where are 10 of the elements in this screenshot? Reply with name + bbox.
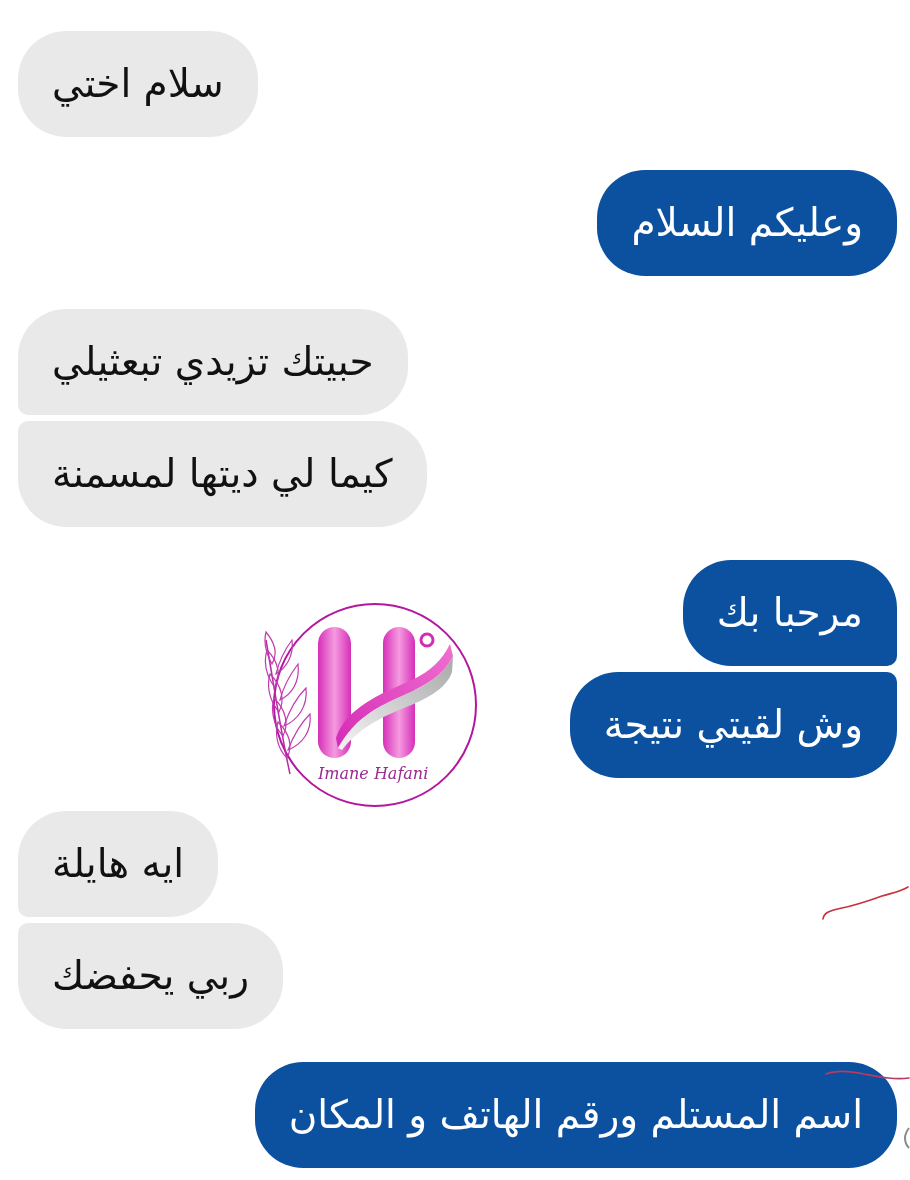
message-bubble: سلام اختي — [18, 31, 258, 137]
logo-text: Imane Hafani — [318, 764, 429, 784]
message-bubble: كيما لي ديتها لمسمنة — [18, 421, 427, 527]
message-bubble: ربي يحفضك — [18, 923, 284, 1029]
message-bubble: اسم المستلم ورقم الهاتف و المكان — [254, 1062, 897, 1168]
message-bubble: وعليكم السلام — [597, 170, 897, 276]
message-bubble: مرحبا بك — [682, 560, 897, 666]
message-bubble: ايه هايلة — [18, 811, 219, 917]
message-bubble: حبيتك تزيدي تبعثيلي — [18, 309, 408, 415]
message-bubble: وش لقيتي نتيجة — [569, 672, 897, 778]
